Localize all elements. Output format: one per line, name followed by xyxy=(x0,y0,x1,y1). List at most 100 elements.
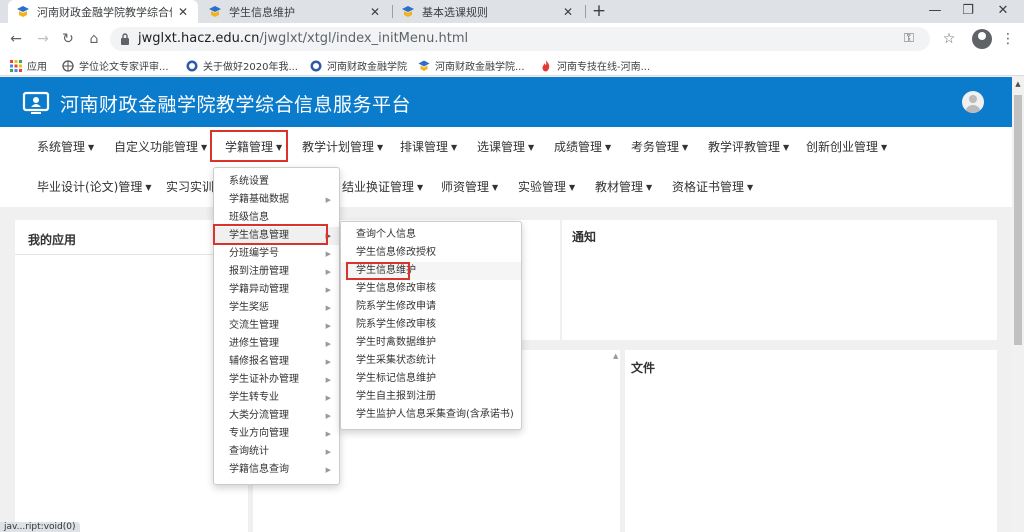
nav-label: 自定义功能管理 xyxy=(114,140,199,154)
submenu-item[interactable]: 学生时禽数据维护 xyxy=(341,334,521,352)
menu-item[interactable]: 大类分流管理 ▶ xyxy=(214,407,339,425)
nav-item[interactable]: 考务管理 ▼ xyxy=(631,135,688,159)
nav-item[interactable]: 成绩管理 ▼ xyxy=(554,135,611,159)
menu-item[interactable]: 交流生管理 ▶ xyxy=(214,317,339,335)
profile-icon[interactable] xyxy=(972,29,992,49)
nav-label: 结业换证管理 xyxy=(342,180,415,194)
menu-item[interactable]: 报到注册管理 ▶ xyxy=(214,263,339,281)
site-favicon-icon xyxy=(402,5,414,17)
bookmark-item[interactable]: 学位论文专家评审... xyxy=(62,57,169,74)
menu-item[interactable]: 进修生管理 ▶ xyxy=(214,335,339,353)
close-icon[interactable]: ✕ xyxy=(176,5,190,19)
menu-item[interactable]: 学籍基础数据 ▶ xyxy=(214,191,339,209)
browser-tab-1[interactable]: 河南财政金融学院教学综合信息服 ✕ xyxy=(8,0,198,23)
browser-tab-2[interactable]: 学生信息维护 ✕ xyxy=(200,0,390,23)
browser-tab-3[interactable]: 基本选课规则 ✕ xyxy=(393,0,583,23)
menu-item[interactable]: 分班编学号 ▶ xyxy=(214,245,339,263)
submenu-item[interactable]: 学生信息修改审核 xyxy=(341,280,521,298)
minimize-icon[interactable]: — xyxy=(920,0,950,23)
bookmark-label: 学位论文专家评审... xyxy=(79,62,169,73)
nav-label: 成绩管理 xyxy=(554,140,603,154)
home-icon[interactable]: ⌂ xyxy=(84,29,104,49)
submenu-item[interactable]: 学生信息修改授权 xyxy=(341,244,521,262)
menu-item-label: 交流生管理 xyxy=(229,320,279,331)
highlight-box xyxy=(210,130,288,162)
bookmark-label: 应用 xyxy=(27,62,47,73)
close-icon[interactable]: ✕ xyxy=(561,5,575,19)
page-scrollbar[interactable]: ▲ xyxy=(1012,77,1024,532)
scrollbar-thumb[interactable] xyxy=(1014,95,1022,345)
nav-item[interactable]: 实验管理 ▼ xyxy=(518,175,575,199)
caret-down-icon: ▼ xyxy=(569,183,576,192)
menu-item[interactable]: 学生证补办管理 ▶ xyxy=(214,371,339,389)
nav-item[interactable]: 系统管理 ▼ xyxy=(37,135,94,159)
caret-down-icon: ▼ xyxy=(646,183,653,192)
site-seal-icon xyxy=(186,60,198,71)
nav-item[interactable]: 排课管理 ▼ xyxy=(400,135,457,159)
caret-down-icon: ▼ xyxy=(145,183,152,192)
back-arrow-icon[interactable]: ← xyxy=(6,29,26,49)
nav-item[interactable]: 自定义功能管理 ▼ xyxy=(114,135,207,159)
key-icon[interactable]: ⚿ xyxy=(900,30,918,48)
nav-label: 创新创业管理 xyxy=(806,140,879,154)
panel-title: 文件 xyxy=(631,361,656,375)
new-tab-icon[interactable]: + xyxy=(590,0,608,23)
restore-icon[interactable]: ❐ xyxy=(953,0,983,23)
bookmark-label: 河南财政金融学院 xyxy=(327,62,407,73)
nav-item[interactable]: 教学计划管理 ▼ xyxy=(302,135,383,159)
main-nav: 系统管理 ▼ 自定义功能管理 ▼ 学籍管理 ▼ 教学计划管理 ▼ 排课管理 ▼ 选课管理 ▼… xyxy=(0,127,1012,207)
bookmark-apps[interactable]: 应用 xyxy=(10,57,47,74)
scroll-up-icon[interactable]: ▲ xyxy=(1012,77,1024,91)
star-icon[interactable]: ☆ xyxy=(938,29,960,51)
menu-item-label: 系统设置 xyxy=(229,176,269,187)
close-icon[interactable]: ✕ xyxy=(368,5,382,19)
nav-item[interactable]: 实习实训 xyxy=(166,175,214,199)
more-menu-icon[interactable]: ⋮ xyxy=(997,29,1019,51)
menu-item[interactable]: 专业方向管理 ▶ xyxy=(214,425,339,443)
menu-item[interactable]: 学生奖惩 ▶ xyxy=(214,299,339,317)
caret-down-icon: ▼ xyxy=(605,143,612,152)
nav-item[interactable]: 师资管理 ▼ xyxy=(441,175,498,199)
caret-down-icon: ▼ xyxy=(783,143,790,152)
forward-arrow-icon[interactable]: → xyxy=(33,29,53,49)
menu-item[interactable]: 查询统计 ▶ xyxy=(214,443,339,461)
menu-item[interactable]: 学籍异动管理 ▶ xyxy=(214,281,339,299)
submenu-arrow-icon: ▶ xyxy=(325,322,331,330)
menu-item[interactable]: 辅修报名管理 ▶ xyxy=(214,353,339,371)
submenu-item[interactable]: 查询个人信息 xyxy=(341,226,521,244)
bookmark-item[interactable]: 河南专技在线-河南... xyxy=(540,57,650,74)
menu-item-label: 大类分流管理 xyxy=(229,410,289,421)
submenu-item[interactable]: 学生采集状态统计 xyxy=(341,352,521,370)
nav-item[interactable]: 创新创业管理 ▼ xyxy=(806,135,887,159)
submenu-item[interactable]: 学生监护人信息采集查询(含承诺书) xyxy=(341,406,521,424)
reload-icon[interactable]: ↻ xyxy=(58,29,78,49)
submenu-item[interactable]: 学生标记信息维护 xyxy=(341,370,521,388)
bookmark-item[interactable]: 河南财政金融学院... xyxy=(418,57,525,74)
user-avatar-icon[interactable] xyxy=(962,91,984,113)
nav-item[interactable]: 教材管理 ▼ xyxy=(595,175,652,199)
nav-item[interactable]: 资格证书管理 ▼ xyxy=(672,175,753,199)
menu-item-label: 学生奖惩 xyxy=(229,302,269,313)
bookmark-item[interactable]: 关于做好2020年我... xyxy=(186,57,298,74)
site-favicon-icon xyxy=(209,5,221,17)
nav-item[interactable]: 毕业设计(论文)管理 ▼ xyxy=(37,175,152,199)
menu-item[interactable]: 学籍信息查询 ▶ xyxy=(214,461,339,479)
menu-item-label: 学生信息修改审核 xyxy=(356,283,436,294)
caret-down-icon: ▼ xyxy=(881,143,888,152)
menu-item[interactable]: 系统设置 xyxy=(214,173,339,191)
window-close-icon[interactable]: ✕ xyxy=(988,0,1018,23)
submenu-item[interactable]: 院系学生修改审核 xyxy=(341,316,521,334)
nav-item[interactable]: 结业换证管理 ▼ xyxy=(342,175,423,199)
caret-down-icon: ▼ xyxy=(88,143,95,152)
submenu-item[interactable]: 院系学生修改申请 xyxy=(341,298,521,316)
address-bar[interactable]: jwglxt.hacz.edu.cn/jwglxt/xtgl/index_ini… xyxy=(110,27,930,51)
files-panel: 文件 xyxy=(625,350,997,532)
nav-item[interactable]: 教学评教管理 ▼ xyxy=(708,135,789,159)
nav-item[interactable]: 选课管理 ▼ xyxy=(477,135,534,159)
bookmark-item[interactable]: 河南财政金融学院 xyxy=(310,57,407,74)
caret-down-icon: ▼ xyxy=(451,143,458,152)
nav-label: 教材管理 xyxy=(595,180,644,194)
submenu-item[interactable]: 学生自主报到注册 xyxy=(341,388,521,406)
menu-item-label: 学籍异动管理 xyxy=(229,284,289,295)
menu-item[interactable]: 学生转专业 ▶ xyxy=(214,389,339,407)
